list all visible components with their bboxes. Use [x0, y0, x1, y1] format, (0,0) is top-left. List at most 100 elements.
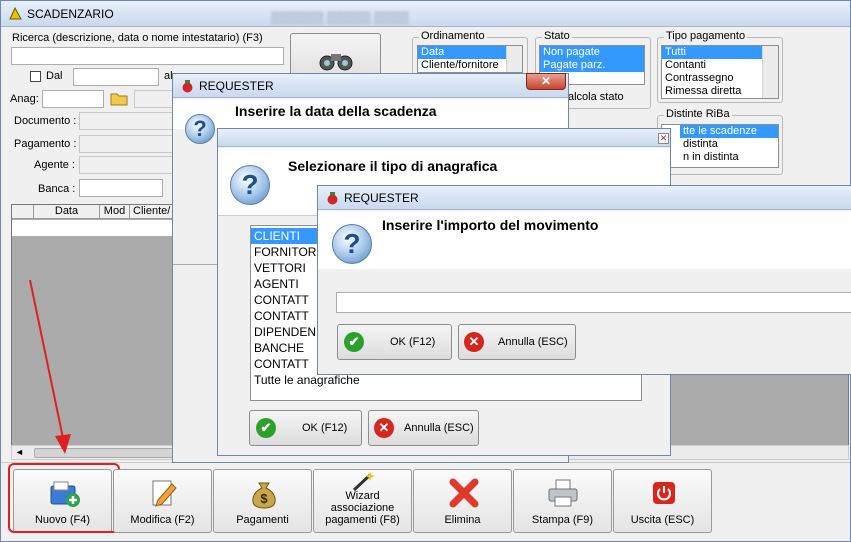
stampa-button[interactable]: Stampa (F9) — [513, 469, 612, 533]
stato-option[interactable]: Pagate parz. — [540, 59, 644, 72]
search-label: Ricerca (descrizione, data o nome intest… — [12, 32, 263, 44]
power-icon — [653, 482, 675, 504]
cancel-x-icon: ✕ — [464, 332, 484, 352]
ricalcola-stato-label[interactable]: alcola stato — [568, 91, 624, 103]
dlg3-ok-label: OK (F12) — [390, 336, 436, 348]
ordinamento-list[interactable]: Data Cliente/fornitore — [417, 45, 523, 73]
dal-label: Dal — [46, 70, 63, 82]
dlg2-close-button[interactable]: ✕ — [658, 133, 669, 144]
stato-option[interactable]: Non pagate — [540, 46, 644, 59]
tipo-pagamento-option[interactable]: Contrassegno — [662, 72, 778, 85]
annotation-arrow — [29, 279, 71, 454]
binoculars-icon — [319, 54, 352, 71]
modifica-label: Modifica (F2) — [130, 514, 195, 526]
documento-label: Documento : — [14, 115, 77, 127]
check-icon: ✔ — [344, 332, 364, 352]
edit-icon — [152, 480, 177, 507]
pagamenti-label: Pagamenti — [236, 514, 289, 526]
question-icon: ? — [185, 114, 215, 144]
distinte-riba-list[interactable]: tte le scadenze distinta n in distinta — [661, 124, 779, 168]
tipo-pagamento-title: Tipo pagamento — [664, 30, 748, 42]
stato-title: Stato — [542, 30, 572, 42]
wizard-label: Wizard associazione pagamenti (F8) — [325, 490, 400, 526]
importo-input[interactable] — [336, 292, 851, 313]
tipo-pagamento-group: Tipo pagamento Tutti Contanti Contrasseg… — [657, 30, 783, 103]
app-icon — [9, 7, 22, 20]
dlg3-cancel-button[interactable]: ✕ Annulla (ESC) — [458, 324, 576, 360]
tipo-pagamento-scrollbar[interactable] — [762, 46, 778, 98]
nuovo-highlight — [8, 463, 120, 533]
stampa-label: Stampa (F9) — [531, 514, 594, 526]
wizard-button[interactable]: Wizard associazione pagamenti (F8) — [313, 469, 412, 533]
dlg1-close-button[interactable]: ✕ — [526, 73, 566, 90]
dlg3-cancel-label: Annulla (ESC) — [498, 336, 568, 348]
col-header-cliente[interactable]: Cliente/ — [133, 205, 173, 219]
window-title: SCADENZARIO — [27, 6, 114, 21]
ordinamento-scrollbar[interactable] — [506, 46, 522, 72]
dlg3-prompt: Inserire l'importo del movimento — [382, 217, 599, 233]
search-input[interactable] — [11, 47, 284, 65]
dlg1-prompt: Inserire la data della scadenza — [235, 103, 437, 119]
dlg3-titlebar: REQUESTER — [318, 186, 851, 210]
ordinamento-title: Ordinamento — [419, 30, 487, 42]
distinte-option[interactable]: tte le scadenze — [680, 125, 778, 138]
uscita-label: Uscita (ESC) — [630, 514, 695, 526]
anag-label: Anag: — [10, 93, 39, 105]
svg-text:$: $ — [260, 491, 268, 506]
banca-input[interactable] — [79, 179, 163, 197]
check-icon: ✔ — [256, 418, 276, 438]
dlg2-prompt: Selezionare il tipo di anagrafica — [288, 158, 498, 174]
dlg1-title: REQUESTER — [199, 78, 274, 93]
distinte-riba-group: Distinte RiBa tte le scadenze distinta n… — [657, 108, 783, 175]
pagamento-label: Pagamento : — [14, 138, 77, 150]
tipo-pagamento-list[interactable]: Tutti Contanti Contrassegno Rimessa dire… — [661, 45, 779, 99]
dal-checkbox[interactable] — [30, 71, 41, 82]
dlg1-titlebar: REQUESTER — [173, 74, 568, 98]
cancel-x-icon: ✕ — [374, 418, 394, 438]
money-bag-icon: $ — [252, 482, 276, 509]
pagamento-field[interactable] — [79, 135, 179, 153]
elimina-button[interactable]: Elimina — [413, 469, 512, 533]
distinte-option[interactable]: distinta — [680, 138, 778, 151]
modifica-button[interactable]: Modifica (F2) — [113, 469, 212, 533]
dlg2-cancel-label: Annulla (ESC) — [404, 422, 474, 434]
agente-label: Agente : — [34, 159, 75, 171]
distinte-riba-title: Distinte RiBa — [664, 108, 732, 120]
table-empty-row — [12, 220, 172, 236]
strawberry-icon — [182, 80, 193, 93]
tipo-pagamento-option[interactable]: Tutti — [662, 46, 778, 59]
dlg2-titlebar — [218, 129, 670, 147]
agente-field[interactable] — [79, 156, 179, 174]
elimina-label: Elimina — [444, 514, 481, 526]
pagamenti-button[interactable]: $ Pagamenti — [213, 469, 312, 533]
wizard-icon — [352, 472, 375, 492]
anag-browse-button[interactable] — [110, 90, 130, 108]
printer-icon — [548, 479, 578, 507]
dal-date-input[interactable] — [73, 68, 159, 86]
dlg2-cancel-button[interactable]: ✕ Annulla (ESC) — [368, 410, 479, 446]
uscita-button[interactable]: Uscita (ESC) — [613, 469, 712, 533]
documento-field[interactable] — [79, 112, 179, 130]
requester-dialog-importo: REQUESTER Inserire l'importo del movimen… — [317, 185, 851, 375]
distinte-option[interactable]: n in distinta — [680, 151, 778, 164]
question-icon: ? — [230, 165, 270, 205]
folder-icon — [110, 93, 128, 106]
dlg2-ok-label: OK (F12) — [302, 422, 348, 434]
strawberry-icon — [327, 192, 338, 205]
col-header-mod[interactable]: Mod — [100, 205, 130, 219]
table-header-row: Data Mod Cliente/ — [12, 205, 172, 219]
dlg2-ok-button[interactable]: ✔ OK (F12) — [249, 410, 362, 446]
col-header-data[interactable]: Data — [34, 205, 100, 219]
anag-name-field — [134, 90, 174, 108]
dlg3-title: REQUESTER — [344, 190, 419, 205]
blurred-bg-title: ▓▓▓▓▓▓ ▓▓▓▓▓ ▓▓▓▓ — [271, 10, 409, 24]
anag-code-input[interactable] — [42, 90, 104, 108]
delete-x-icon — [449, 478, 479, 508]
tipo-pagamento-option[interactable]: Rimessa diretta — [662, 85, 778, 98]
banca-label: Banca : — [38, 183, 76, 195]
dlg1-divider — [173, 264, 221, 265]
anagrafica-option[interactable]: CLIENTI — [251, 228, 321, 244]
dlg3-ok-button[interactable]: ✔ OK (F12) — [337, 324, 452, 360]
tipo-pagamento-option[interactable]: Contanti — [662, 59, 778, 72]
scroll-left-arrow[interactable]: ◄ — [15, 447, 24, 457]
